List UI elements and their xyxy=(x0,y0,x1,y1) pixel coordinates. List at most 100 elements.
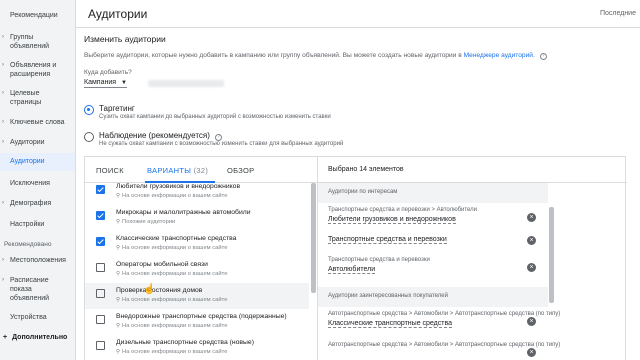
info-icon: ⚲ xyxy=(116,245,121,251)
radio-label-text: Наблюдение (рекомендуется) xyxy=(99,131,210,140)
tab-overview[interactable]: ОБЗОР xyxy=(227,166,254,175)
options-scrollbar[interactable] xyxy=(311,183,316,293)
selected-name: Любители грузовиков и внедорожников xyxy=(328,216,456,224)
chevron-right-icon: › xyxy=(2,200,4,206)
option-source-text: На основе информации о вашем сайте xyxy=(122,245,228,251)
selected-name: Транспортные средства и перевозки xyxy=(328,236,447,244)
sidebar-item[interactable]: Настройки xyxy=(0,220,75,229)
tab-label: ПОИСК xyxy=(96,166,124,175)
sidebar-item[interactable]: › Ключевые слова xyxy=(0,118,75,127)
option-checkbox[interactable] xyxy=(96,315,105,324)
chevron-right-icon: › xyxy=(2,277,4,283)
sidebar-item[interactable]: Рекомендации xyxy=(0,11,75,20)
remove-icon[interactable]: × xyxy=(527,263,536,272)
option-source: ⚲ На основе информации о вашем сайте xyxy=(116,245,227,251)
selected-item: Автотранспортные средства > Автомобили >… xyxy=(318,309,560,335)
where-value: Кампания xyxy=(84,79,117,86)
chevron-right-icon: › xyxy=(2,34,4,40)
option-source-text: На основе информации о вашем сайте xyxy=(122,323,228,329)
option-row[interactable]: Микрокары и малолитражные автомобили ⚲ Пох… xyxy=(85,205,309,231)
recent-button[interactable]: Последние xyxy=(600,10,636,17)
option-row[interactable]: Внедорожные транспортные средства (подер… xyxy=(85,309,309,335)
tab-variants[interactable]: ВАРИАНТЫ (32) xyxy=(147,166,208,175)
option-source: ⚲ На основе информации о вашем сайте xyxy=(116,349,227,355)
sidebar-item[interactable]: Исключения xyxy=(0,179,75,188)
sidebar-item-label: Объявления и расширения xyxy=(10,62,57,78)
selected-name: Автолюбители xyxy=(328,266,376,274)
sidebar-item[interactable]: › Демография xyxy=(0,199,75,208)
option-source-text: Похожие аудитории xyxy=(122,219,176,225)
description-text: Выберите аудитории, которые нужно добави… xyxy=(84,52,462,59)
campaign-name-redacted xyxy=(148,80,224,87)
mouse-cursor-icon: ☝ xyxy=(143,284,156,295)
option-row[interactable]: Операторы мобильной связи ⚲ На основе инфо… xyxy=(85,257,309,283)
option-checkbox[interactable] xyxy=(96,263,105,272)
sidebar-item-label: Расписание показа объявлений xyxy=(10,277,50,302)
more-button[interactable]: + Дополнительно xyxy=(3,334,67,341)
selected-name: Классические транспортные средства xyxy=(328,320,452,328)
selected-scrollbar[interactable] xyxy=(549,207,554,303)
info-icon: ⚲ xyxy=(116,349,121,355)
selected-item: Автотранспортные средства > Автомобили >… xyxy=(318,340,560,360)
option-source: ⚲ Похожие аудитории xyxy=(116,219,175,225)
plus-icon: + xyxy=(3,334,8,341)
option-source: ⚲ На основе информации о вашем сайте xyxy=(116,297,227,303)
audience-picker: ПОИСК ВАРИАНТЫ (32) ОБЗОР Любители грузо… xyxy=(84,156,627,360)
sidebar-item[interactable]: › Местоположения xyxy=(0,256,75,265)
selected-count: Выбрано 14 элементов xyxy=(328,166,404,173)
sidebar-item-label: Аудитории xyxy=(10,139,45,146)
option-checkbox[interactable] xyxy=(96,341,105,350)
chevron-right-icon: › xyxy=(2,90,4,96)
radio-sub: Сузить охват кампании до выбранных аудит… xyxy=(99,114,331,120)
option-source-text: На основе информации о вашем сайте xyxy=(122,193,228,199)
option-row[interactable]: Классические транспортные средства ⚲ На ос… xyxy=(85,231,309,257)
chevron-right-icon: › xyxy=(2,119,4,125)
remove-icon[interactable]: × xyxy=(527,317,536,326)
option-checkbox[interactable] xyxy=(96,237,105,246)
help-icon[interactable]: ? xyxy=(215,134,223,141)
selected-list: Аудитории по интересам Транспортные сред… xyxy=(318,183,627,360)
sidebar-item-label: Рекомендации xyxy=(10,12,58,19)
remove-icon[interactable]: × xyxy=(527,213,536,222)
option-source-text: На основе информации о вашем сайте xyxy=(122,271,228,277)
remove-icon[interactable]: × xyxy=(527,236,536,245)
sidebar-item-label: Устройства xyxy=(10,314,47,321)
sidebar: Рекомендации › Группы объявлений › Объявлени… xyxy=(0,0,76,360)
where-dropdown[interactable]: Кампания ▼ xyxy=(84,79,127,88)
radio-observation-control[interactable] xyxy=(84,132,94,142)
tab-search[interactable]: ПОИСК xyxy=(96,166,124,175)
sidebar-item[interactable]: › Объявления и расширения xyxy=(0,61,75,79)
sidebar-item[interactable]: › Аудитории xyxy=(0,138,75,147)
option-label: Внедорожные транспортные средства (подер… xyxy=(116,313,287,320)
sidebar-item[interactable]: › Расписание показа объявлений xyxy=(0,276,75,303)
main-content: Изменить аудитории Выберите аудитории, к… xyxy=(76,28,640,360)
page-title: Аудитории xyxy=(88,7,148,21)
sidebar-item[interactable]: Аудитории xyxy=(0,153,75,171)
selected-path: Транспортные средства и перевозки > Авто… xyxy=(328,207,478,213)
option-source-text: На основе информации о вашем сайте xyxy=(122,349,228,355)
option-checkbox[interactable] xyxy=(96,185,105,194)
selected-path: Автотранспортные средства > Автомобили >… xyxy=(328,342,561,348)
description: Выберите аудитории, которые нужно добави… xyxy=(84,52,547,60)
info-icon: ⚲ xyxy=(116,297,121,303)
sidebar-item[interactable]: › Целевые страницы xyxy=(0,89,75,107)
help-icon[interactable]: ? xyxy=(539,53,547,60)
remove-icon[interactable]: × xyxy=(527,348,536,357)
option-checkbox[interactable] xyxy=(96,289,105,298)
radio-label: Таргетинг xyxy=(99,104,135,113)
option-source-text: На основе информации о вашем сайте xyxy=(122,297,228,303)
radio-sub: Не сужать охват кампании с возможностью … xyxy=(99,141,344,147)
audience-manager-link[interactable]: Менеджере аудиторий. xyxy=(464,52,535,59)
selected-item: Транспортные средства и перевозки × xyxy=(318,233,548,253)
option-row[interactable]: Проверка состояния домов ⚲ На основе инфор… xyxy=(85,283,309,309)
option-row[interactable]: Дизельные транспортные средства (новые) ⚲… xyxy=(85,335,309,360)
radio-targeting-control[interactable] xyxy=(84,105,94,115)
sidebar-item[interactable]: Устройства xyxy=(0,313,75,322)
option-row[interactable]: Любители грузовиков и внедорожников ⚲ На о… xyxy=(85,183,309,205)
option-label: Любители грузовиков и внедорожников xyxy=(116,183,241,190)
option-checkbox[interactable] xyxy=(96,211,105,220)
sidebar-item[interactable]: › Группы объявлений xyxy=(0,33,75,51)
tab-count: (32) xyxy=(193,166,209,175)
sidebar-item-label: Ключевые слова xyxy=(10,119,65,126)
option-label: Микрокары и малолитражные автомобили xyxy=(116,209,251,216)
